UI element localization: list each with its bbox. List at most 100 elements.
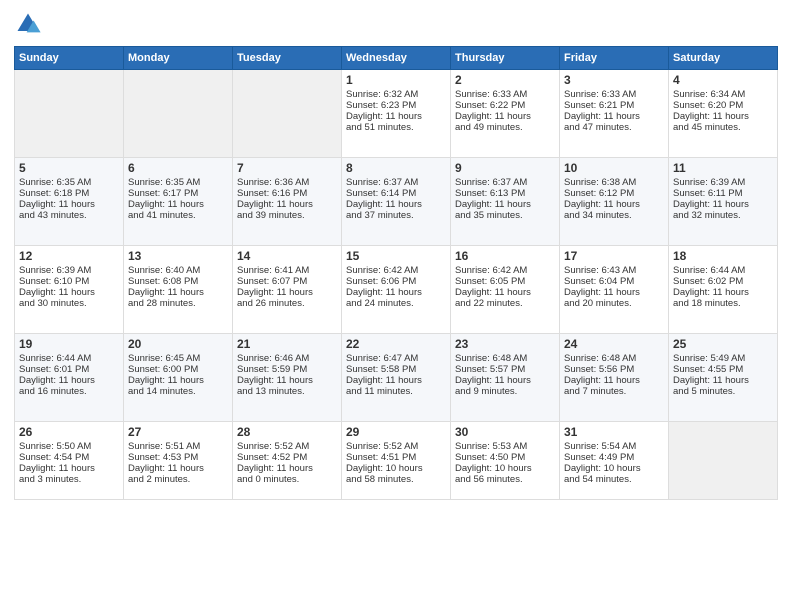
day-info: and 32 minutes. <box>673 210 773 221</box>
day-info: and 45 minutes. <box>673 122 773 133</box>
day-number: 27 <box>128 425 228 439</box>
day-info: Sunset: 4:54 PM <box>19 452 119 463</box>
day-info: Sunset: 6:14 PM <box>346 188 446 199</box>
day-info: Sunset: 4:53 PM <box>128 452 228 463</box>
day-number: 25 <box>673 337 773 351</box>
day-info: Daylight: 11 hours <box>19 199 119 210</box>
day-number: 11 <box>673 161 773 175</box>
calendar-cell: 12Sunrise: 6:39 AMSunset: 6:10 PMDayligh… <box>15 246 124 334</box>
day-info: Sunset: 5:59 PM <box>237 364 337 375</box>
day-info: Sunrise: 6:39 AM <box>673 177 773 188</box>
weekday-monday: Monday <box>124 47 233 70</box>
day-info: Sunrise: 5:50 AM <box>19 441 119 452</box>
day-info: and 20 minutes. <box>564 298 664 309</box>
calendar-cell <box>124 70 233 158</box>
day-info: Daylight: 11 hours <box>455 287 555 298</box>
day-info: Sunset: 4:50 PM <box>455 452 555 463</box>
day-info: Sunset: 5:57 PM <box>455 364 555 375</box>
day-info: Sunrise: 6:45 AM <box>128 353 228 364</box>
day-info: Daylight: 11 hours <box>19 463 119 474</box>
day-number: 17 <box>564 249 664 263</box>
day-info: and 16 minutes. <box>19 386 119 397</box>
day-info: and 18 minutes. <box>673 298 773 309</box>
day-info: Sunrise: 6:38 AM <box>564 177 664 188</box>
day-info: and 9 minutes. <box>455 386 555 397</box>
day-info: Sunrise: 6:33 AM <box>564 89 664 100</box>
day-info: Daylight: 11 hours <box>455 199 555 210</box>
day-info: Sunset: 6:17 PM <box>128 188 228 199</box>
calendar-week-1: 1Sunrise: 6:32 AMSunset: 6:23 PMDaylight… <box>15 70 778 158</box>
day-info: Sunset: 6:05 PM <box>455 276 555 287</box>
calendar-cell: 17Sunrise: 6:43 AMSunset: 6:04 PMDayligh… <box>560 246 669 334</box>
day-info: and 37 minutes. <box>346 210 446 221</box>
weekday-sunday: Sunday <box>15 47 124 70</box>
calendar-cell: 1Sunrise: 6:32 AMSunset: 6:23 PMDaylight… <box>342 70 451 158</box>
weekday-thursday: Thursday <box>451 47 560 70</box>
day-info: Daylight: 11 hours <box>237 199 337 210</box>
day-info: Daylight: 11 hours <box>673 111 773 122</box>
day-info: Sunset: 6:06 PM <box>346 276 446 287</box>
day-info: Sunset: 4:51 PM <box>346 452 446 463</box>
day-info: Sunrise: 5:51 AM <box>128 441 228 452</box>
calendar-cell: 22Sunrise: 6:47 AMSunset: 5:58 PMDayligh… <box>342 334 451 422</box>
day-number: 3 <box>564 73 664 87</box>
calendar-cell: 16Sunrise: 6:42 AMSunset: 6:05 PMDayligh… <box>451 246 560 334</box>
day-info: and 14 minutes. <box>128 386 228 397</box>
day-info: and 47 minutes. <box>564 122 664 133</box>
day-info: Daylight: 10 hours <box>455 463 555 474</box>
day-info: and 43 minutes. <box>19 210 119 221</box>
day-info: Daylight: 11 hours <box>673 287 773 298</box>
day-info: and 49 minutes. <box>455 122 555 133</box>
day-info: Sunrise: 6:37 AM <box>455 177 555 188</box>
day-number: 19 <box>19 337 119 351</box>
day-info: and 11 minutes. <box>346 386 446 397</box>
day-info: Daylight: 11 hours <box>564 375 664 386</box>
day-info: Sunset: 6:22 PM <box>455 100 555 111</box>
day-number: 21 <box>237 337 337 351</box>
day-info: Daylight: 11 hours <box>128 463 228 474</box>
day-info: Sunrise: 5:49 AM <box>673 353 773 364</box>
day-info: Daylight: 11 hours <box>128 199 228 210</box>
calendar-cell: 13Sunrise: 6:40 AMSunset: 6:08 PMDayligh… <box>124 246 233 334</box>
calendar-cell: 4Sunrise: 6:34 AMSunset: 6:20 PMDaylight… <box>669 70 778 158</box>
weekday-tuesday: Tuesday <box>233 47 342 70</box>
calendar-cell: 31Sunrise: 5:54 AMSunset: 4:49 PMDayligh… <box>560 422 669 500</box>
day-number: 4 <box>673 73 773 87</box>
day-info: Daylight: 11 hours <box>346 199 446 210</box>
calendar-cell: 7Sunrise: 6:36 AMSunset: 6:16 PMDaylight… <box>233 158 342 246</box>
day-info: Sunrise: 6:42 AM <box>455 265 555 276</box>
day-info: Daylight: 11 hours <box>673 375 773 386</box>
day-info: Daylight: 10 hours <box>564 463 664 474</box>
day-info: Sunset: 5:56 PM <box>564 364 664 375</box>
day-info: Sunrise: 6:42 AM <box>346 265 446 276</box>
day-number: 18 <box>673 249 773 263</box>
day-info: Sunrise: 6:33 AM <box>455 89 555 100</box>
day-info: Sunset: 6:20 PM <box>673 100 773 111</box>
calendar-cell: 2Sunrise: 6:33 AMSunset: 6:22 PMDaylight… <box>451 70 560 158</box>
day-info: Sunrise: 6:35 AM <box>19 177 119 188</box>
calendar-week-2: 5Sunrise: 6:35 AMSunset: 6:18 PMDaylight… <box>15 158 778 246</box>
day-info: Sunset: 4:55 PM <box>673 364 773 375</box>
day-info: Daylight: 11 hours <box>564 111 664 122</box>
day-number: 29 <box>346 425 446 439</box>
day-info: and 41 minutes. <box>128 210 228 221</box>
weekday-friday: Friday <box>560 47 669 70</box>
day-info: Daylight: 11 hours <box>346 375 446 386</box>
weekday-saturday: Saturday <box>669 47 778 70</box>
day-info: Sunrise: 6:41 AM <box>237 265 337 276</box>
day-info: Sunset: 6:11 PM <box>673 188 773 199</box>
day-info: and 56 minutes. <box>455 474 555 485</box>
day-number: 15 <box>346 249 446 263</box>
calendar-cell: 6Sunrise: 6:35 AMSunset: 6:17 PMDaylight… <box>124 158 233 246</box>
day-info: Sunset: 6:01 PM <box>19 364 119 375</box>
day-info: Daylight: 11 hours <box>455 111 555 122</box>
calendar-cell: 27 Sunrise: 5:51 AMSunset: 4:53 PMDayligh… <box>124 422 233 500</box>
day-number: 8 <box>346 161 446 175</box>
calendar-cell: 25 Sunrise: 5:49 AMSunset: 4:55 PMDayligh… <box>669 334 778 422</box>
day-info: Sunrise: 5:52 AM <box>346 441 446 452</box>
header <box>14 10 778 38</box>
day-info: and 5 minutes. <box>673 386 773 397</box>
day-number: 24 <box>564 337 664 351</box>
calendar-cell: 30Sunrise: 5:53 AMSunset: 4:50 PMDayligh… <box>451 422 560 500</box>
day-info: Sunrise: 6:46 AM <box>237 353 337 364</box>
